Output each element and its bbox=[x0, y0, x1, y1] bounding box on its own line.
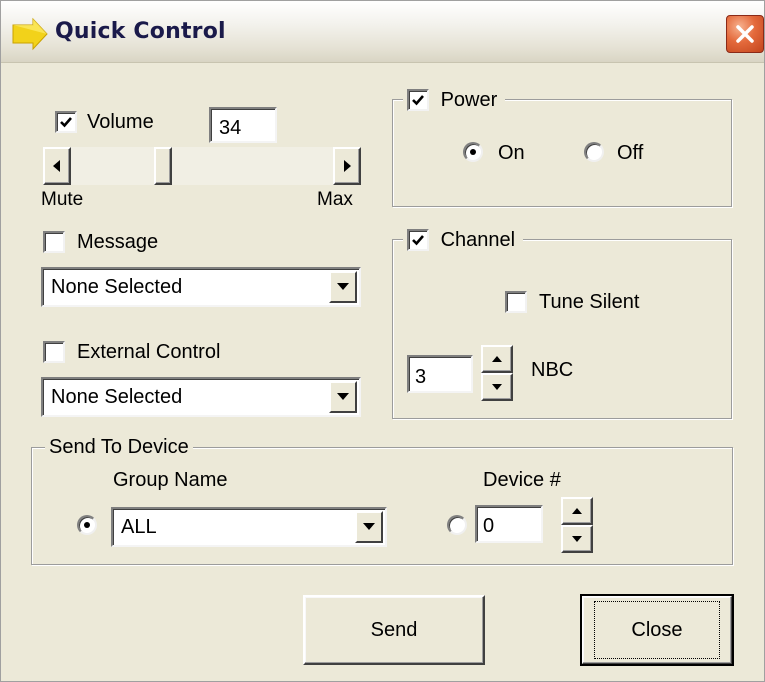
radio-dot bbox=[470, 149, 476, 155]
channel-group-header: Channel bbox=[403, 228, 524, 255]
channel-checkbox[interactable] bbox=[407, 228, 429, 251]
power-group-header: Power bbox=[403, 88, 506, 115]
volume-value: 34 bbox=[219, 117, 242, 139]
volume-scroll-right-button[interactable] bbox=[333, 147, 361, 185]
power-off-label: Off bbox=[617, 142, 644, 164]
close-window-button[interactable] bbox=[726, 15, 764, 53]
close-icon bbox=[736, 25, 754, 43]
scroll-right-icon bbox=[344, 160, 351, 172]
message-dropdown-value: None Selected bbox=[51, 276, 183, 298]
channel-number-field[interactable]: 3 bbox=[407, 355, 473, 393]
device-number-field[interactable]: 0 bbox=[475, 505, 543, 543]
send-to-device-group bbox=[31, 447, 733, 565]
chevron-down-icon bbox=[363, 523, 375, 530]
power-on-label: On bbox=[498, 142, 525, 164]
app-arrow-icon bbox=[12, 17, 48, 51]
power-label: Power bbox=[440, 89, 498, 111]
check-icon bbox=[60, 117, 72, 128]
check-icon bbox=[412, 94, 424, 106]
message-dropdown[interactable]: None Selected bbox=[41, 267, 361, 307]
message-checkbox[interactable] bbox=[43, 231, 65, 253]
send-button[interactable]: Send bbox=[303, 595, 485, 665]
external-control-label: External Control bbox=[77, 341, 221, 363]
device-down-button[interactable] bbox=[561, 525, 593, 553]
power-off-radio[interactable] bbox=[584, 142, 604, 162]
close-button-label: Close bbox=[594, 601, 720, 659]
external-control-dropdown[interactable]: None Selected bbox=[41, 377, 361, 417]
device-number-label: Device # bbox=[483, 469, 561, 491]
spin-down-icon bbox=[572, 536, 582, 542]
message-label: Message bbox=[77, 231, 159, 253]
title-bar[interactable]: Quick Control bbox=[1, 1, 764, 63]
close-button[interactable]: Close bbox=[580, 594, 734, 666]
channel-label: Channel bbox=[440, 229, 516, 251]
spin-up-icon bbox=[492, 356, 502, 362]
tune-silent-label: Tune Silent bbox=[539, 291, 640, 313]
scroll-left-icon bbox=[53, 160, 60, 172]
channel-up-button[interactable] bbox=[481, 345, 513, 373]
tune-silent-checkbox[interactable] bbox=[505, 291, 527, 313]
window-title: Quick Control bbox=[55, 19, 226, 44]
spin-down-icon bbox=[492, 384, 502, 390]
external-control-dropdown-value: None Selected bbox=[51, 386, 183, 408]
message-dropdown-arrow[interactable] bbox=[329, 271, 357, 303]
chevron-down-icon bbox=[337, 393, 349, 400]
volume-slider-thumb[interactable] bbox=[154, 147, 172, 185]
group-name-dropdown[interactable]: ALL bbox=[111, 507, 387, 547]
power-on-radio[interactable] bbox=[463, 142, 483, 162]
volume-checkbox[interactable] bbox=[55, 111, 77, 133]
chevron-down-icon bbox=[337, 283, 349, 290]
group-name-dropdown-arrow[interactable] bbox=[355, 511, 383, 543]
channel-number: 3 bbox=[415, 366, 427, 388]
volume-label: Volume bbox=[87, 111, 154, 133]
external-control-dropdown-arrow[interactable] bbox=[329, 381, 357, 413]
volume-scroll-left-button[interactable] bbox=[43, 147, 71, 185]
device-number-value: 0 bbox=[483, 515, 495, 537]
channel-name: NBC bbox=[531, 359, 574, 381]
quick-control-dialog: Quick Control Volume 34 Mute Max Message… bbox=[0, 0, 765, 682]
channel-down-button[interactable] bbox=[481, 373, 513, 401]
radio-dot bbox=[84, 522, 90, 528]
power-group bbox=[392, 99, 732, 207]
group-name-radio[interactable] bbox=[77, 515, 97, 535]
volume-value-field[interactable]: 34 bbox=[209, 107, 277, 143]
external-control-checkbox[interactable] bbox=[43, 341, 65, 363]
volume-max-label: Max bbox=[317, 189, 353, 210]
volume-min-label: Mute bbox=[41, 189, 84, 210]
send-to-device-label: Send To Device bbox=[45, 436, 193, 459]
power-checkbox[interactable] bbox=[407, 88, 429, 111]
device-number-radio[interactable] bbox=[447, 515, 467, 535]
group-name-dropdown-value: ALL bbox=[121, 516, 157, 538]
group-name-label: Group Name bbox=[113, 469, 228, 491]
volume-slider[interactable] bbox=[43, 147, 361, 185]
spin-up-icon bbox=[572, 508, 582, 514]
check-icon bbox=[412, 234, 424, 246]
device-up-button[interactable] bbox=[561, 497, 593, 525]
